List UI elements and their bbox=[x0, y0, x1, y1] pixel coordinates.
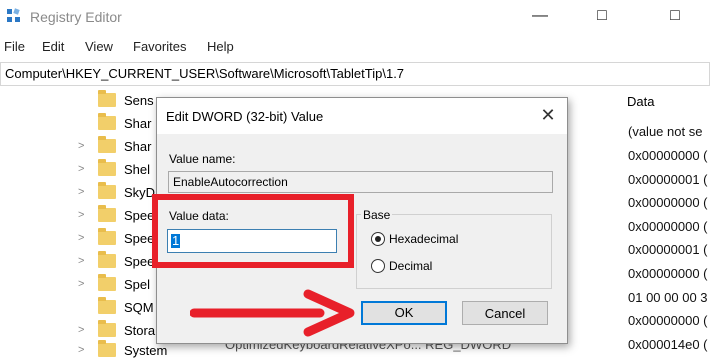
data-cell[interactable]: 0x00000000 ( bbox=[628, 266, 708, 281]
maximize-icon[interactable]: □ bbox=[592, 6, 612, 26]
address-bar[interactable]: Computer\HKEY_CURRENT_USER\Software\Micr… bbox=[0, 62, 710, 86]
ok-button[interactable]: OK bbox=[361, 301, 447, 325]
tree-item-label: Spee bbox=[124, 231, 155, 246]
data-cell[interactable]: 0x00000000 ( bbox=[628, 148, 708, 163]
menu-file[interactable]: File bbox=[4, 39, 25, 54]
dialog-title: Edit DWORD (32-bit) Value bbox=[166, 109, 324, 124]
data-column-header[interactable]: Data bbox=[627, 94, 654, 109]
chevron-right-icon[interactable]: > bbox=[78, 186, 84, 198]
registry-editor-icon bbox=[7, 8, 20, 22]
data-cell[interactable]: 0x00000000 ( bbox=[628, 219, 708, 234]
data-cell[interactable]: 01 00 00 00 3 bbox=[628, 290, 708, 305]
tree-item-label: Shel bbox=[124, 162, 151, 177]
radio-decimal-label[interactable]: Decimal bbox=[389, 259, 432, 273]
folder-icon bbox=[98, 205, 116, 222]
menu-favorites[interactable]: Favorites bbox=[133, 39, 186, 54]
chevron-right-icon[interactable]: > bbox=[78, 344, 84, 356]
minimize-icon[interactable]: — bbox=[530, 6, 550, 26]
value-name-field: EnableAutocorrection bbox=[168, 171, 553, 193]
arrow-right-icon bbox=[190, 289, 355, 337]
tree-item-label: Spee bbox=[124, 254, 155, 269]
tree-item-label: Sens bbox=[124, 93, 154, 108]
chevron-right-icon[interactable]: > bbox=[78, 209, 84, 221]
folder-icon bbox=[98, 113, 116, 130]
folder-icon bbox=[98, 90, 116, 107]
tree-item-label: Shar bbox=[124, 116, 152, 131]
folder-icon bbox=[98, 228, 116, 245]
base-groupbox bbox=[356, 214, 552, 289]
chevron-right-icon[interactable]: > bbox=[78, 255, 84, 267]
tree-item-label: Spel bbox=[124, 277, 151, 292]
radio-hexadecimal-label[interactable]: Hexadecimal bbox=[389, 232, 458, 246]
menu-help[interactable]: Help bbox=[207, 39, 234, 54]
folder-icon bbox=[98, 274, 116, 291]
window-title: Registry Editor bbox=[30, 9, 122, 25]
address-path: Computer\HKEY_CURRENT_USER\Software\Micr… bbox=[5, 66, 405, 81]
menu-view[interactable]: View bbox=[85, 39, 113, 54]
folder-icon bbox=[98, 182, 116, 199]
radio-decimal[interactable] bbox=[371, 259, 385, 273]
folder-icon bbox=[98, 159, 116, 176]
data-cell[interactable]: 0x00000001 ( bbox=[628, 242, 708, 257]
data-cell[interactable]: 0x00000000 ( bbox=[628, 313, 708, 328]
chevron-right-icon[interactable]: > bbox=[78, 232, 84, 244]
folder-icon bbox=[98, 251, 116, 268]
value-name-label: Value name: bbox=[169, 152, 236, 166]
chevron-right-icon[interactable]: > bbox=[78, 324, 84, 336]
folder-icon bbox=[98, 136, 116, 153]
tree-item-label: SQM bbox=[124, 300, 154, 315]
folder-icon bbox=[98, 297, 116, 314]
menu-bar: File Edit View Favorites Help bbox=[0, 36, 710, 58]
folder-icon bbox=[98, 340, 116, 357]
tree-item-label: System bbox=[124, 343, 168, 358]
close-icon[interactable]: ✕ bbox=[537, 104, 559, 126]
tree-item-label: SkyD bbox=[124, 185, 156, 200]
chevron-right-icon[interactable]: > bbox=[78, 163, 84, 175]
title-bar: Registry Editor — □ □ bbox=[0, 0, 710, 34]
cancel-button[interactable]: Cancel bbox=[462, 301, 548, 325]
radio-hexadecimal[interactable] bbox=[371, 232, 385, 246]
folder-icon bbox=[98, 320, 116, 337]
tree-item-label: Shar bbox=[124, 139, 152, 154]
restore-icon[interactable]: □ bbox=[665, 6, 685, 26]
data-cell[interactable]: 0x00000000 ( bbox=[628, 195, 708, 210]
highlight-box bbox=[152, 194, 354, 268]
dialog-title-bar: Edit DWORD (32-bit) Value ✕ bbox=[157, 98, 567, 134]
chevron-right-icon[interactable]: > bbox=[78, 140, 84, 152]
data-cell[interactable]: 0x00000001 ( bbox=[628, 172, 708, 187]
tree-item-label: Spee bbox=[124, 208, 155, 223]
value-name-text: EnableAutocorrection bbox=[173, 175, 288, 189]
chevron-right-icon[interactable]: > bbox=[78, 278, 84, 290]
data-cell[interactable]: (value not se bbox=[628, 124, 702, 139]
tree-item-label: Stora bbox=[124, 323, 156, 338]
base-label: Base bbox=[361, 208, 393, 222]
menu-edit[interactable]: Edit bbox=[42, 39, 64, 54]
